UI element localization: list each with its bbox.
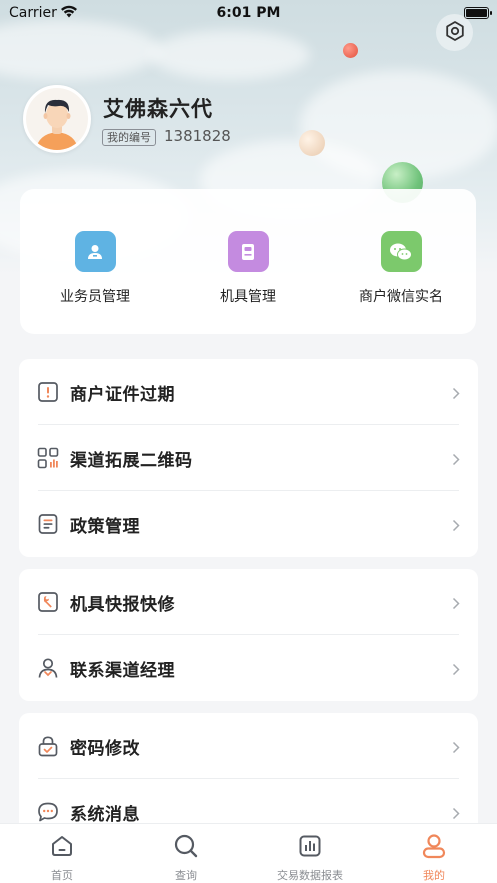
user-id-value: 1381828 bbox=[164, 127, 231, 145]
decorative-ball bbox=[343, 43, 358, 58]
quick-action-label: 商户微信实名 bbox=[359, 289, 443, 305]
tab-label: 交易数据报表 bbox=[277, 869, 343, 882]
home-icon bbox=[0, 832, 124, 860]
chevron-right-icon bbox=[452, 517, 460, 536]
document-icon bbox=[37, 513, 59, 535]
menu-item-label: 渠道拓展二维码 bbox=[70, 451, 193, 471]
wrench-icon bbox=[37, 591, 59, 613]
status-bar: Carrier 6:01 PM bbox=[0, 0, 497, 26]
avatar-illustration bbox=[26, 88, 88, 150]
menu-item-change-password[interactable]: 密码修改 bbox=[19, 713, 478, 779]
chevron-right-icon bbox=[452, 595, 460, 614]
device-icon bbox=[227, 231, 269, 272]
search-icon bbox=[124, 832, 248, 860]
status-time: 6:01 PM bbox=[216, 5, 281, 21]
menu-item-device-repair[interactable]: 机具快报快修 bbox=[19, 569, 478, 635]
avatar[interactable] bbox=[23, 85, 91, 153]
chevron-right-icon bbox=[452, 805, 460, 824]
user-id-label: 我的编号 bbox=[102, 129, 156, 146]
tab-search[interactable]: 查询 bbox=[124, 832, 248, 883]
quick-action-label: 机具管理 bbox=[220, 289, 276, 305]
tab-report[interactable]: 交易数据报表 bbox=[248, 832, 372, 883]
chevron-right-icon bbox=[452, 385, 460, 404]
battery-icon bbox=[464, 7, 492, 19]
quick-action-salesman[interactable]: 业务员管理 bbox=[20, 231, 170, 306]
wechat-icon bbox=[380, 231, 422, 272]
message-icon bbox=[37, 801, 59, 823]
menu-item-policy[interactable]: 政策管理 bbox=[19, 491, 478, 557]
menu-item-label: 政策管理 bbox=[70, 517, 140, 537]
settings-button[interactable] bbox=[436, 14, 473, 51]
quick-action-device[interactable]: 机具管理 bbox=[173, 231, 323, 306]
menu-item-channel-qrcode[interactable]: 渠道拓展二维码 bbox=[19, 425, 478, 491]
report-icon bbox=[248, 832, 372, 860]
profile-icon bbox=[372, 832, 496, 860]
menu-group-service: 机具快报快修 联系渠道经理 bbox=[19, 569, 478, 701]
menu-item-certificate-expiry[interactable]: 商户证件过期 bbox=[19, 359, 478, 425]
chevron-right-icon bbox=[452, 739, 460, 758]
quick-actions-card: 业务员管理 机具管理 商户微信实名 bbox=[20, 189, 476, 334]
user-name: 艾佛森六代 bbox=[103, 97, 213, 121]
tab-profile[interactable]: 我的 bbox=[372, 832, 496, 883]
gear-icon bbox=[444, 20, 466, 46]
tab-bar: 首页 查询 交易数据报表 我的 bbox=[0, 823, 497, 883]
tab-label: 我的 bbox=[423, 869, 445, 882]
tab-label: 首页 bbox=[51, 869, 73, 882]
quick-action-label: 业务员管理 bbox=[60, 289, 130, 305]
tab-home[interactable]: 首页 bbox=[0, 832, 124, 883]
menu-group-merchant: 商户证件过期 渠道拓展二维码 政策管理 bbox=[19, 359, 478, 557]
lock-icon bbox=[37, 735, 59, 757]
quick-action-wechat[interactable]: 商户微信实名 bbox=[326, 231, 476, 306]
menu-item-label: 机具快报快修 bbox=[70, 595, 175, 615]
menu-item-label: 商户证件过期 bbox=[70, 385, 175, 405]
qrcode-icon bbox=[37, 447, 59, 469]
tab-label: 查询 bbox=[175, 869, 197, 882]
chevron-right-icon bbox=[452, 661, 460, 680]
menu-item-label: 联系渠道经理 bbox=[70, 661, 175, 681]
decorative-ball bbox=[299, 130, 325, 156]
menu-item-label: 系统消息 bbox=[70, 805, 140, 825]
chevron-right-icon bbox=[452, 451, 460, 470]
menu-item-label: 密码修改 bbox=[70, 739, 140, 759]
menu-item-contact-manager[interactable]: 联系渠道经理 bbox=[19, 635, 478, 701]
alert-icon bbox=[37, 381, 59, 403]
salesman-icon bbox=[74, 231, 116, 272]
contact-icon bbox=[37, 657, 59, 679]
